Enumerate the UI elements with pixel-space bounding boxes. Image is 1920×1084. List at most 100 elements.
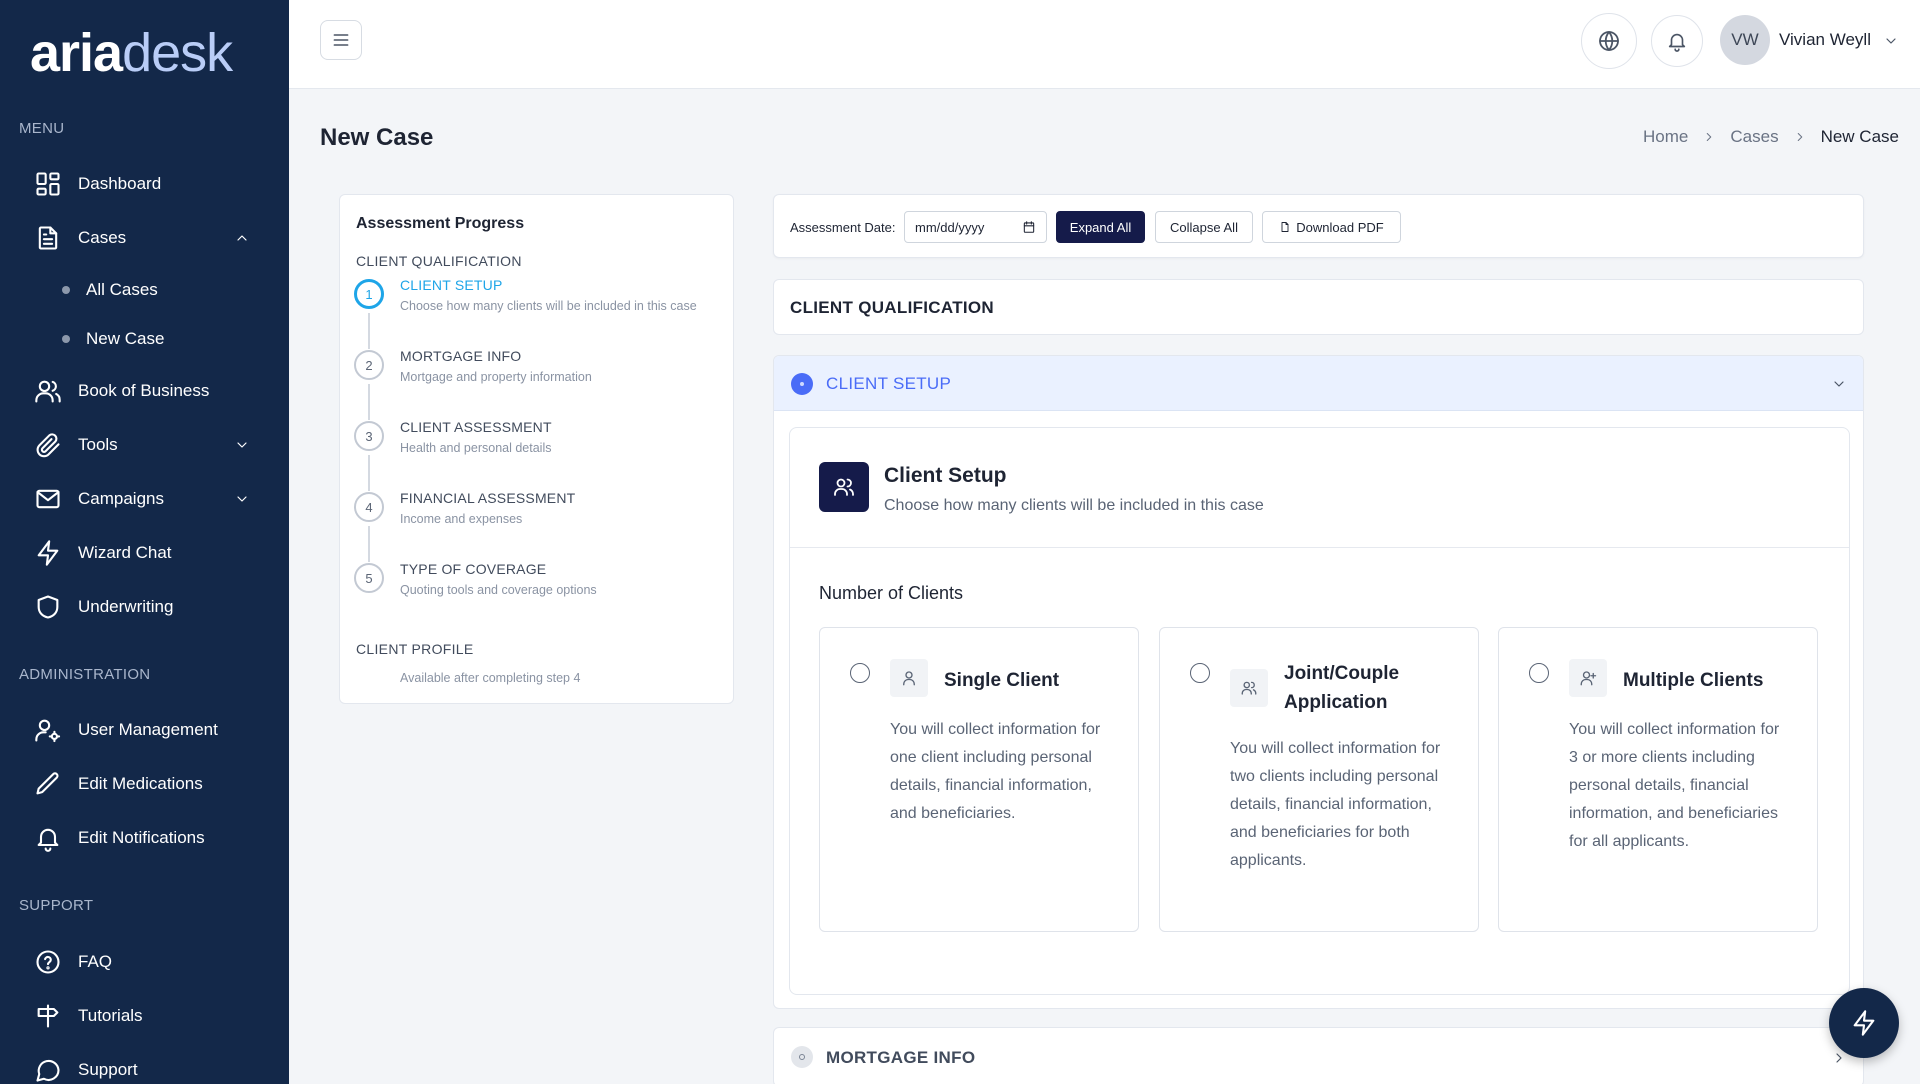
chevron-down-icon[interactable] (1883, 33, 1899, 49)
help-circle-icon (36, 950, 60, 974)
sidebar-item-label: Book of Business (78, 381, 210, 400)
mortgage-info-accordion-header[interactable]: MORTGAGE INFO (773, 1027, 1864, 1084)
step-number: 5 (354, 563, 384, 593)
breadcrumb-cases[interactable]: Cases (1730, 127, 1778, 147)
card-title: Client Setup (884, 464, 1007, 487)
chevron-down-icon[interactable] (1831, 376, 1847, 392)
notifications-button[interactable] (1651, 15, 1703, 67)
option-multiple-clients[interactable]: Multiple Clients You will collect inform… (1498, 627, 1818, 932)
breadcrumb-current: New Case (1820, 127, 1899, 146)
sidebar-subitem-all-cases[interactable]: All Cases (62, 275, 158, 305)
sidebar-item-edit-medications[interactable]: Edit Medications (34, 764, 256, 804)
sidebar-item-underwriting[interactable]: Underwriting (34, 587, 256, 627)
card-subtitle: Choose how many clients will be included… (884, 497, 1264, 514)
client-setup-accordion: CLIENT SETUP Client Setup Choose how man… (773, 355, 1864, 1009)
step-title: FINANCIAL ASSESSMENT (400, 490, 576, 506)
chevron-down-icon[interactable] (234, 491, 250, 507)
step-description: Health and personal details (400, 441, 552, 455)
step-title: CLIENT ASSESSMENT (400, 419, 552, 435)
download-pdf-label: Download PDF (1296, 219, 1384, 235)
sidebar-item-book-of-business[interactable]: Book of Business (34, 371, 256, 411)
sidebar-subitem-label: New Case (86, 329, 165, 348)
assessment-progress-panel: Assessment Progress CLIENT QUALIFICATION… (339, 194, 734, 704)
signpost-icon (37, 1004, 59, 1028)
document-icon (38, 226, 58, 250)
sidebar-subitem-new-case[interactable]: New Case (62, 324, 164, 354)
sidebar-item-label: Tools (78, 435, 118, 454)
bullet-icon (62, 286, 70, 294)
page-title: New Case (320, 124, 434, 151)
assessment-toolbar: Assessment Date: mm/dd/yyyy Expand All C… (773, 194, 1864, 258)
lightning-icon (37, 540, 59, 566)
breadcrumb: Home Cases New Case (1643, 127, 1899, 147)
sidebar-item-campaigns[interactable]: Campaigns (34, 479, 256, 519)
progress-section-profile: CLIENT PROFILE (356, 641, 474, 657)
joint-couple-radio[interactable] (1190, 663, 1210, 683)
client-setup-accordion-header[interactable]: CLIENT SETUP (774, 356, 1863, 411)
accordion-title: CLIENT SETUP (826, 374, 952, 393)
collapse-all-button[interactable]: Collapse All (1155, 211, 1253, 243)
sidebar-item-faq[interactable]: FAQ (34, 942, 256, 982)
accordion-title: MORTGAGE INFO (826, 1048, 976, 1067)
progress-section-qualification: CLIENT QUALIFICATION (356, 253, 522, 269)
progress-title: Assessment Progress (356, 215, 525, 232)
option-single-client[interactable]: Single Client You will collect informati… (819, 627, 1139, 932)
step-description: Choose how many clients will be included… (400, 299, 697, 313)
sidebar-item-dashboard[interactable]: Dashboard (34, 164, 256, 204)
breadcrumb-home[interactable]: Home (1643, 127, 1688, 147)
logo-primary-text: aria (30, 23, 123, 83)
step-connector (368, 455, 370, 491)
step-title: TYPE OF COVERAGE (400, 561, 547, 577)
option-joint-couple[interactable]: Joint/Couple Application You will collec… (1159, 627, 1479, 932)
sidebar-item-user-management[interactable]: User Management (34, 710, 256, 750)
sidebar-item-tutorials[interactable]: Tutorials (34, 996, 256, 1036)
app-logo[interactable]: aria desk (30, 22, 233, 84)
support-section-label: SUPPORT (19, 897, 94, 914)
date-placeholder: mm/dd/yyyy (915, 219, 985, 235)
logo-secondary-text: desk (122, 23, 233, 83)
client-qualification-header: CLIENT QUALIFICATION (773, 279, 1864, 335)
assessment-date-label: Assessment Date: (790, 220, 896, 235)
sidebar-item-edit-notifications[interactable]: Edit Notifications (34, 818, 256, 858)
option-description: You will collect information for one cli… (890, 721, 1101, 822)
menu-toggle-button[interactable] (320, 20, 362, 60)
language-button[interactable] (1581, 13, 1637, 69)
avatar[interactable]: VW (1720, 15, 1770, 65)
users-icon (1230, 669, 1268, 707)
assessment-date-input[interactable]: mm/dd/yyyy (904, 211, 1047, 243)
single-client-radio[interactable] (850, 663, 870, 683)
sidebar-item-label: Edit Notifications (78, 828, 205, 847)
chevron-down-icon[interactable] (234, 437, 250, 453)
step-description: Quoting tools and coverage options (400, 583, 597, 597)
sidebar-item-tools[interactable]: Tools (34, 425, 256, 465)
step-title: CLIENT SETUP (400, 277, 503, 293)
wizard-chat-fab[interactable] (1829, 988, 1899, 1058)
sidebar-item-wizard-chat[interactable]: Wizard Chat (34, 533, 256, 573)
calendar-icon[interactable] (1022, 220, 1036, 234)
sidebar: aria desk MENU Dashboard Cases All Cases … (0, 0, 289, 1084)
step-description: Mortgage and property information (400, 370, 592, 384)
pen-icon (36, 772, 59, 795)
client-setup-card: Client Setup Choose how many clients wil… (789, 427, 1850, 995)
paperclip-icon (36, 433, 60, 458)
sidebar-item-support[interactable]: Support (34, 1050, 256, 1084)
option-title: Multiple Clients (1623, 670, 1764, 691)
download-pdf-button[interactable]: Download PDF (1262, 211, 1401, 243)
expand-all-button[interactable]: Expand All (1056, 211, 1145, 243)
chevron-up-icon[interactable] (234, 230, 250, 246)
multiple-clients-radio[interactable] (1529, 663, 1549, 683)
bell-icon (1668, 33, 1686, 52)
user-plus-icon (1569, 659, 1607, 697)
sidebar-item-label: FAQ (78, 952, 113, 971)
option-title: Joint/Couple Application (1284, 663, 1400, 713)
users-icon (819, 462, 869, 512)
option-title: Single Client (944, 670, 1060, 691)
user-name[interactable]: Vivian Weyll (1779, 30, 1871, 50)
sidebar-item-cases[interactable]: Cases (34, 218, 256, 258)
step-number: 2 (354, 350, 384, 380)
shield-icon (37, 595, 59, 619)
bullet-icon (62, 335, 70, 343)
sidebar-item-label: Wizard Chat (78, 543, 172, 562)
section-title: CLIENT QUALIFICATION (790, 298, 994, 317)
mail-icon (36, 489, 60, 509)
